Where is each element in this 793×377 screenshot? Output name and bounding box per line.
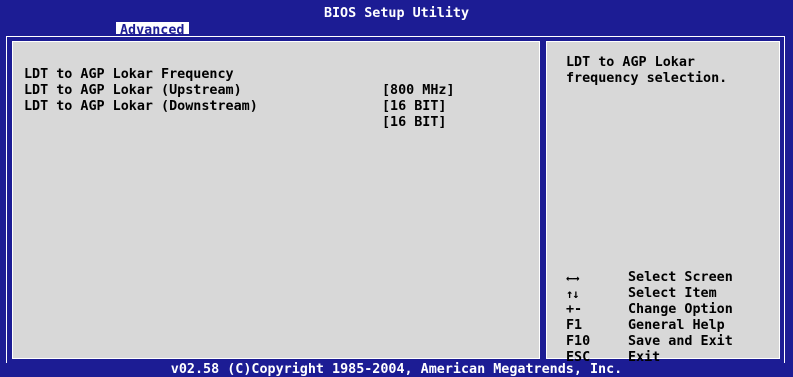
key-desc: Select Screen xyxy=(628,270,733,285)
key-row-save-exit: F10 Save and Exit xyxy=(566,334,776,350)
footer-copyright: v02.58 (C)Copyright 1985-2004, American … xyxy=(0,363,793,377)
key-row-change-option: +- Change Option xyxy=(566,302,776,318)
help-text: LDT to AGP Lokar frequency selection. xyxy=(566,55,728,86)
main-area: LDT to AGP Lokar Frequency [800 MHz] LDT… xyxy=(0,34,793,365)
key-row-select-item: ↑↓ Select Item xyxy=(566,286,776,302)
setting-row-upstream[interactable]: LDT to AGP Lokar (Upstream) [16 BIT] xyxy=(24,67,447,114)
key-row-general-help: F1 General Help xyxy=(566,318,776,334)
setting-value[interactable]: [16 BIT] xyxy=(382,99,447,115)
up-down-arrows-icon: ↑↓ xyxy=(566,287,579,301)
key-legend: ←→ Select Screen ↑↓ Select Item +- Chang… xyxy=(566,270,776,366)
key-desc: Save and Exit xyxy=(628,334,733,349)
left-right-arrows-icon: ←→ xyxy=(566,271,579,285)
title-bar: BIOS Setup Utility Advanced xyxy=(0,0,793,39)
setting-row-frequency[interactable]: LDT to AGP Lokar Frequency [800 MHz] xyxy=(24,51,455,98)
key-desc: Select Item xyxy=(628,286,717,301)
setting-name: LDT to AGP Lokar (Downstream) xyxy=(24,99,258,114)
key-desc: Change Option xyxy=(628,302,733,317)
bios-screen: BIOS Setup Utility Advanced LDT to AGP L… xyxy=(0,0,793,377)
setting-value[interactable]: [800 MHz] xyxy=(382,83,455,99)
setting-row-downstream[interactable]: LDT to AGP Lokar (Downstream) [16 BIT] xyxy=(24,83,447,130)
key-row-select-screen: ←→ Select Screen xyxy=(566,270,776,286)
key-name: F10 xyxy=(566,334,591,349)
setting-value[interactable]: [16 BIT] xyxy=(382,115,447,131)
bios-title: BIOS Setup Utility xyxy=(323,6,470,21)
key-desc: General Help xyxy=(628,318,725,333)
settings-panel: LDT to AGP Lokar Frequency [800 MHz] LDT… xyxy=(10,39,542,361)
help-panel: LDT to AGP Lokar frequency selection. ←→… xyxy=(544,39,782,365)
key-name: +- xyxy=(566,302,583,317)
key-name: F1 xyxy=(566,318,583,333)
